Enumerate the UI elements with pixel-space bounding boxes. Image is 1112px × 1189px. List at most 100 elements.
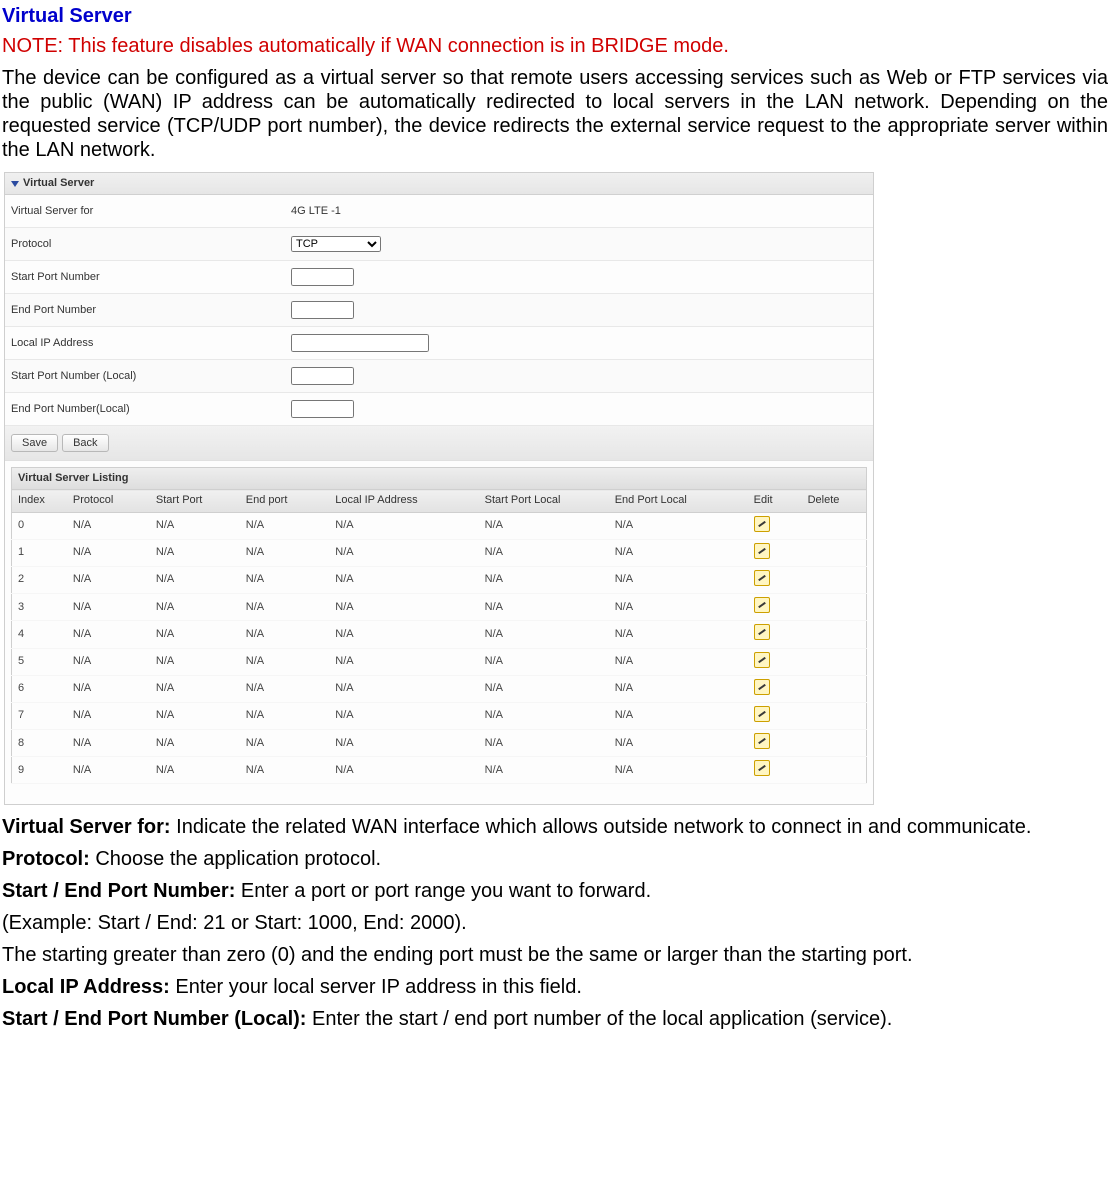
button-row: Save Back [5,426,873,461]
col-header: Local IP Address [329,490,478,512]
edit-icon[interactable] [754,597,770,613]
table-cell: N/A [67,512,150,539]
listing-header-row: IndexProtocolStart PortEnd portLocal IP … [12,490,867,512]
table-cell: N/A [479,539,609,566]
table-cell: 3 [12,594,67,621]
table-cell: N/A [609,566,748,593]
table-cell: N/A [609,648,748,675]
protocol-select[interactable]: TCP [291,236,381,252]
table-row: 5N/AN/AN/AN/AN/AN/A [12,648,867,675]
table-cell: N/A [329,512,478,539]
desc-label: Local IP Address: [2,976,170,998]
end-port-input[interactable] [291,301,354,319]
end-port-local-input[interactable] [291,400,354,418]
table-cell: N/A [240,539,329,566]
table-cell: N/A [609,675,748,702]
table-cell: N/A [150,621,240,648]
listing-table: IndexProtocolStart PortEnd portLocal IP … [11,489,867,784]
table-cell: N/A [479,621,609,648]
table-cell: N/A [479,566,609,593]
table-cell: N/A [240,675,329,702]
edit-cell [748,702,802,729]
table-cell: N/A [67,730,150,757]
edit-cell [748,757,802,784]
edit-icon[interactable] [754,543,770,559]
edit-icon[interactable] [754,706,770,722]
edit-icon[interactable] [754,570,770,586]
desc-protocol: Protocol: Choose the application protoco… [2,847,1108,871]
table-cell: N/A [150,757,240,784]
edit-icon[interactable] [754,624,770,640]
desc-text: Enter your local server IP address in th… [170,976,582,998]
edit-icon[interactable] [754,652,770,668]
edit-icon[interactable] [754,516,770,532]
table-cell: N/A [329,675,478,702]
edit-cell [748,648,802,675]
col-header: Delete [802,490,867,512]
table-cell: N/A [479,648,609,675]
table-cell: N/A [329,730,478,757]
edit-cell [748,675,802,702]
table-cell: N/A [479,757,609,784]
listing-title: Virtual Server Listing [11,467,867,489]
desc-label: Start / End Port Number: [2,880,235,902]
back-button[interactable]: Back [62,434,108,452]
row-start-port: Start Port Number [5,261,873,294]
panel-header[interactable]: Virtual Server [5,173,873,195]
desc-start-end-local: Start / End Port Number (Local): Enter t… [2,1007,1108,1031]
edit-cell [748,621,802,648]
edit-icon[interactable] [754,679,770,695]
table-cell: N/A [609,539,748,566]
edit-icon[interactable] [754,733,770,749]
desc-text: Choose the application protocol. [90,848,381,870]
table-cell: N/A [67,566,150,593]
desc-start-end-port: Start / End Port Number: Enter a port or… [2,879,1108,903]
col-header: Start Port Local [479,490,609,512]
table-cell: N/A [329,539,478,566]
start-port-input[interactable] [291,268,354,286]
save-button[interactable]: Save [11,434,58,452]
table-cell: N/A [240,594,329,621]
table-cell: 1 [12,539,67,566]
table-cell: 8 [12,730,67,757]
table-cell: 4 [12,621,67,648]
table-cell: N/A [150,539,240,566]
col-header: End Port Local [609,490,748,512]
table-cell: 0 [12,512,67,539]
start-port-local-input[interactable] [291,367,354,385]
table-cell: N/A [150,648,240,675]
col-header: Protocol [67,490,150,512]
col-header: Edit [748,490,802,512]
table-cell: N/A [150,594,240,621]
table-cell: N/A [479,512,609,539]
col-header: End port [240,490,329,512]
table-cell: N/A [150,512,240,539]
label-protocol: Protocol [11,238,291,251]
table-cell: N/A [150,730,240,757]
table-cell: N/A [67,675,150,702]
table-cell: N/A [609,730,748,757]
table-cell: N/A [240,512,329,539]
table-row: 0N/AN/AN/AN/AN/AN/A [12,512,867,539]
desc-label: Start / End Port Number (Local): [2,1008,306,1030]
table-cell: N/A [479,594,609,621]
panel-header-label: Virtual Server [23,177,94,190]
table-cell: N/A [240,566,329,593]
table-cell: N/A [609,621,748,648]
edit-icon[interactable] [754,760,770,776]
table-cell: N/A [67,539,150,566]
label-virtual-server-for: Virtual Server for [11,205,291,218]
row-start-port-local: Start Port Number (Local) [5,360,873,393]
table-cell: N/A [479,730,609,757]
table-cell: N/A [329,648,478,675]
table-cell: 7 [12,702,67,729]
desc-example: (Example: Start / End: 21 or Start: 1000… [2,911,1108,935]
table-cell: N/A [609,702,748,729]
table-row: 3N/AN/AN/AN/AN/AN/A [12,594,867,621]
table-cell: N/A [479,675,609,702]
table-row: 4N/AN/AN/AN/AN/AN/A [12,621,867,648]
table-cell: N/A [67,621,150,648]
table-cell: 2 [12,566,67,593]
row-virtual-server-for: Virtual Server for 4G LTE -1 [5,195,873,228]
local-ip-input[interactable] [291,334,429,352]
